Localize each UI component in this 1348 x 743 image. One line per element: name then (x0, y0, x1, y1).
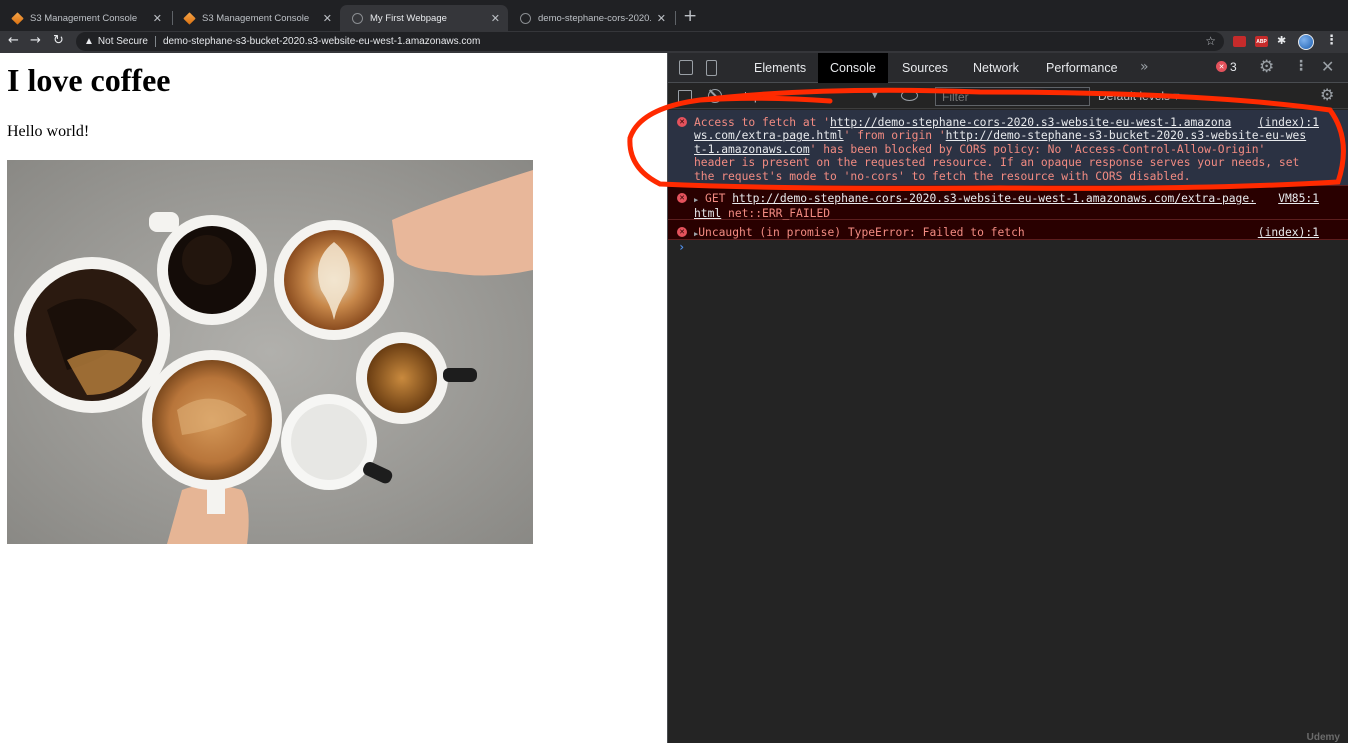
tab-sources[interactable]: Sources (890, 53, 960, 83)
extensions-puzzle-icon[interactable]: ✱ (1277, 34, 1286, 47)
devtools-menu-icon[interactable]: ⋮ (1294, 58, 1308, 74)
tab-my-first-webpage[interactable]: My First Webpage ✕ (340, 5, 508, 31)
page-paragraph: Hello world! (7, 123, 90, 140)
reload-icon[interactable]: ↻ (53, 33, 64, 48)
page-heading: I love coffee (7, 62, 171, 98)
message-text: Uncaught (in promise) TypeError: Failed … (698, 226, 1025, 239)
aws-cube-icon (183, 11, 196, 25)
bookmark-star-icon[interactable]: ☆ (1205, 34, 1216, 48)
tab-elements[interactable]: Elements (742, 53, 818, 83)
tab-demo-cors[interactable]: demo-stephane-cors-2020.s3 ✕ (508, 5, 674, 31)
message-source-link[interactable]: VM85:1 (1278, 192, 1319, 205)
back-arrow-icon[interactable]: ← (8, 33, 19, 48)
url-text[interactable]: demo-stephane-s3-bucket-2020.s3-website-… (163, 36, 480, 47)
message-line: ws.com/extra-page.html' from origin 'htt… (694, 129, 1319, 142)
profile-avatar[interactable] (1298, 34, 1314, 50)
error-icon: ✕ (677, 117, 687, 127)
coffee-cups-photo (7, 160, 533, 544)
console-messages: ✕ (index):1 Access to fetch at 'http://d… (668, 110, 1348, 258)
cors-error-message[interactable]: ✕ (index):1 Access to fetch at 'http://d… (668, 110, 1348, 186)
request-url-link[interactable]: ws.com/extra-page.html (694, 129, 844, 142)
globe-icon (352, 12, 363, 24)
message-line: Access to fetch at 'http://demo-stephane… (694, 116, 1319, 129)
extension-red-icon[interactable] (1233, 36, 1246, 47)
aws-cube-icon (11, 11, 24, 25)
message-source-link[interactable]: (index):1 (1258, 226, 1319, 239)
message-line: header is present on the requested resou… (694, 156, 1300, 170)
console-prompt[interactable]: › (668, 240, 1348, 258)
tab-console[interactable]: Console (818, 53, 888, 83)
warning-icon[interactable]: ▲ (84, 36, 94, 47)
adblock-plus-icon[interactable]: ABP (1255, 36, 1268, 47)
expand-triangle-icon[interactable]: ▶ (694, 196, 698, 204)
error-count[interactable]: 3 (1230, 60, 1237, 74)
console-filter-input[interactable] (935, 87, 1090, 106)
message-line: ▶ GET http://demo-stephane-cors-2020.s3-… (694, 192, 1319, 207)
message-source-link[interactable]: (index):1 (1258, 116, 1319, 129)
error-status: net::ERR_FAILED (728, 207, 831, 221)
console-settings-gear-icon[interactable]: ⚙ (1320, 85, 1334, 104)
tab-performance[interactable]: Performance (1034, 53, 1130, 83)
coffee-photo-svg (7, 160, 533, 544)
more-tabs-chevron-icon[interactable]: » (1140, 59, 1149, 75)
error-icon[interactable]: ✕ (1216, 61, 1227, 72)
tab-title: S3 Management Console (30, 12, 138, 24)
request-url-link[interactable]: http://demo-stephane-cors-2020.s3-websit… (830, 116, 1231, 129)
divider (154, 36, 156, 47)
tab-title: My First Webpage (370, 12, 447, 24)
close-devtools-icon[interactable]: ✕ (1321, 57, 1334, 76)
prompt-chevron-icon: › (678, 240, 686, 254)
close-tab-icon[interactable]: ✕ (657, 12, 666, 25)
origin-url-link[interactable]: http://demo-stephane-s3-bucket-2020.s3-w… (946, 129, 1306, 142)
message-text: Access to fetch at ' (694, 116, 831, 129)
browser-menu-icon[interactable]: ⋮ (1325, 33, 1338, 48)
address-bar[interactable]: ▲ Not Secure demo-stephane-s3-bucket-202… (76, 32, 1224, 51)
message-line: html net::ERR_FAILED (694, 207, 1319, 220)
adblock-label: ABP (1256, 38, 1267, 45)
request-url-link[interactable]: http://demo-stephane-cors-2020.s3-websit… (732, 192, 1256, 205)
globe-icon (520, 12, 531, 24)
http-method: GET (705, 192, 726, 205)
live-expression-eye-icon[interactable] (901, 90, 918, 101)
device-toolbar-icon[interactable] (706, 60, 717, 76)
tab-title: S3 Management Console (202, 12, 310, 24)
message-line: t-1.amazonaws.com' has been blocked by C… (694, 143, 1319, 156)
tab-network[interactable]: Network (961, 53, 1031, 83)
tab-s3-console-1[interactable]: S3 Management Console ✕ (0, 5, 170, 31)
close-tab-icon[interactable]: ✕ (491, 12, 500, 25)
message-text: ' has been blocked by CORS policy: No 'A… (809, 142, 1266, 156)
console-toolbar: top ▼ Default levels ▾ ⚙ (668, 84, 1348, 109)
inspect-element-icon[interactable] (679, 60, 693, 75)
not-secure-label[interactable]: Not Secure (98, 36, 148, 47)
console-sidebar-icon[interactable] (678, 90, 692, 103)
log-levels-dropdown[interactable]: Default levels ▾ (1098, 89, 1179, 103)
browser-toolbar: ← → ↻ ▲ Not Secure demo-stephane-s3-buck… (0, 31, 1348, 53)
error-icon: ✕ (677, 227, 687, 237)
origin-url-link[interactable]: t-1.amazonaws.com (694, 143, 810, 156)
browser-tab-strip: S3 Management Console ✕ S3 Management Co… (0, 0, 1348, 31)
get-error-message[interactable]: ✕ VM85:1 ▶ GET http://demo-stephane-cors… (668, 186, 1348, 220)
tab-separator (675, 11, 676, 25)
close-tab-icon[interactable]: ✕ (153, 12, 162, 25)
message-text: ' from origin ' (843, 129, 946, 143)
udemy-watermark: Udemy (1306, 732, 1340, 743)
clear-console-icon[interactable] (708, 89, 722, 103)
error-icon: ✕ (677, 193, 687, 203)
uncaught-error-message[interactable]: ✕ (index):1 ▶Uncaught (in promise) TypeE… (668, 220, 1348, 240)
close-tab-icon[interactable]: ✕ (323, 12, 332, 25)
request-url-link[interactable]: html (694, 207, 721, 220)
tab-s3-console-2[interactable]: S3 Management Console ✕ (172, 5, 340, 31)
context-selector[interactable]: top (744, 89, 761, 103)
web-page-viewport: I love coffee Hello world! (0, 53, 667, 743)
chevron-down-icon[interactable]: ▼ (871, 89, 879, 100)
settings-gear-icon[interactable]: ⚙ (1259, 57, 1274, 77)
forward-arrow-icon[interactable]: → (30, 33, 41, 48)
devtools-panel: Elements Console Sources Network Perform… (667, 53, 1348, 743)
new-tab-button[interactable]: + (683, 6, 697, 26)
devtools-tab-bar: Elements Console Sources Network Perform… (668, 53, 1348, 83)
tab-title: demo-stephane-cors-2020.s3 (538, 12, 651, 24)
message-line: the request's mode to 'no-cors' to fetch… (694, 169, 1191, 183)
